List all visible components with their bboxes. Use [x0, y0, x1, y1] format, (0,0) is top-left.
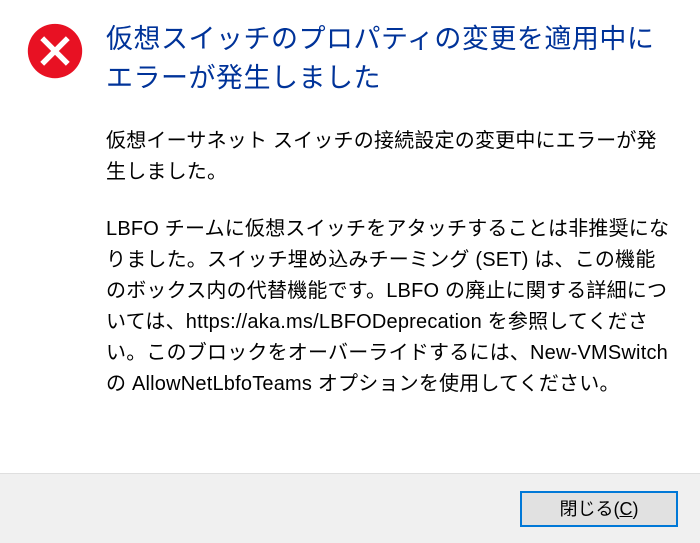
dialog-content: 仮想スイッチのプロパティの変更を適用中にエラーが発生しました 仮想イーサネット …	[0, 0, 700, 400]
dialog-text-column: 仮想スイッチのプロパティの変更を適用中にエラーが発生しました 仮想イーサネット …	[106, 20, 674, 400]
close-button-mnemonic: C	[620, 499, 633, 519]
close-button-label: 閉じる	[560, 499, 614, 519]
close-button[interactable]: 閉じる(C)	[520, 491, 678, 527]
dialog-title: 仮想スイッチのプロパティの変更を適用中にエラーが発生しました	[106, 20, 670, 98]
dialog-paragraph-2: LBFO チームに仮想スイッチをアタッチすることは非推奨になりました。スイッチ埋…	[106, 214, 670, 400]
dialog-footer: 閉じる(C)	[0, 473, 700, 543]
error-dialog: 仮想スイッチのプロパティの変更を適用中にエラーが発生しました 仮想イーサネット …	[0, 0, 700, 543]
dialog-paragraph-1: 仮想イーサネット スイッチの接続設定の変更中にエラーが発生しました。	[106, 126, 670, 188]
error-icon	[26, 22, 84, 80]
